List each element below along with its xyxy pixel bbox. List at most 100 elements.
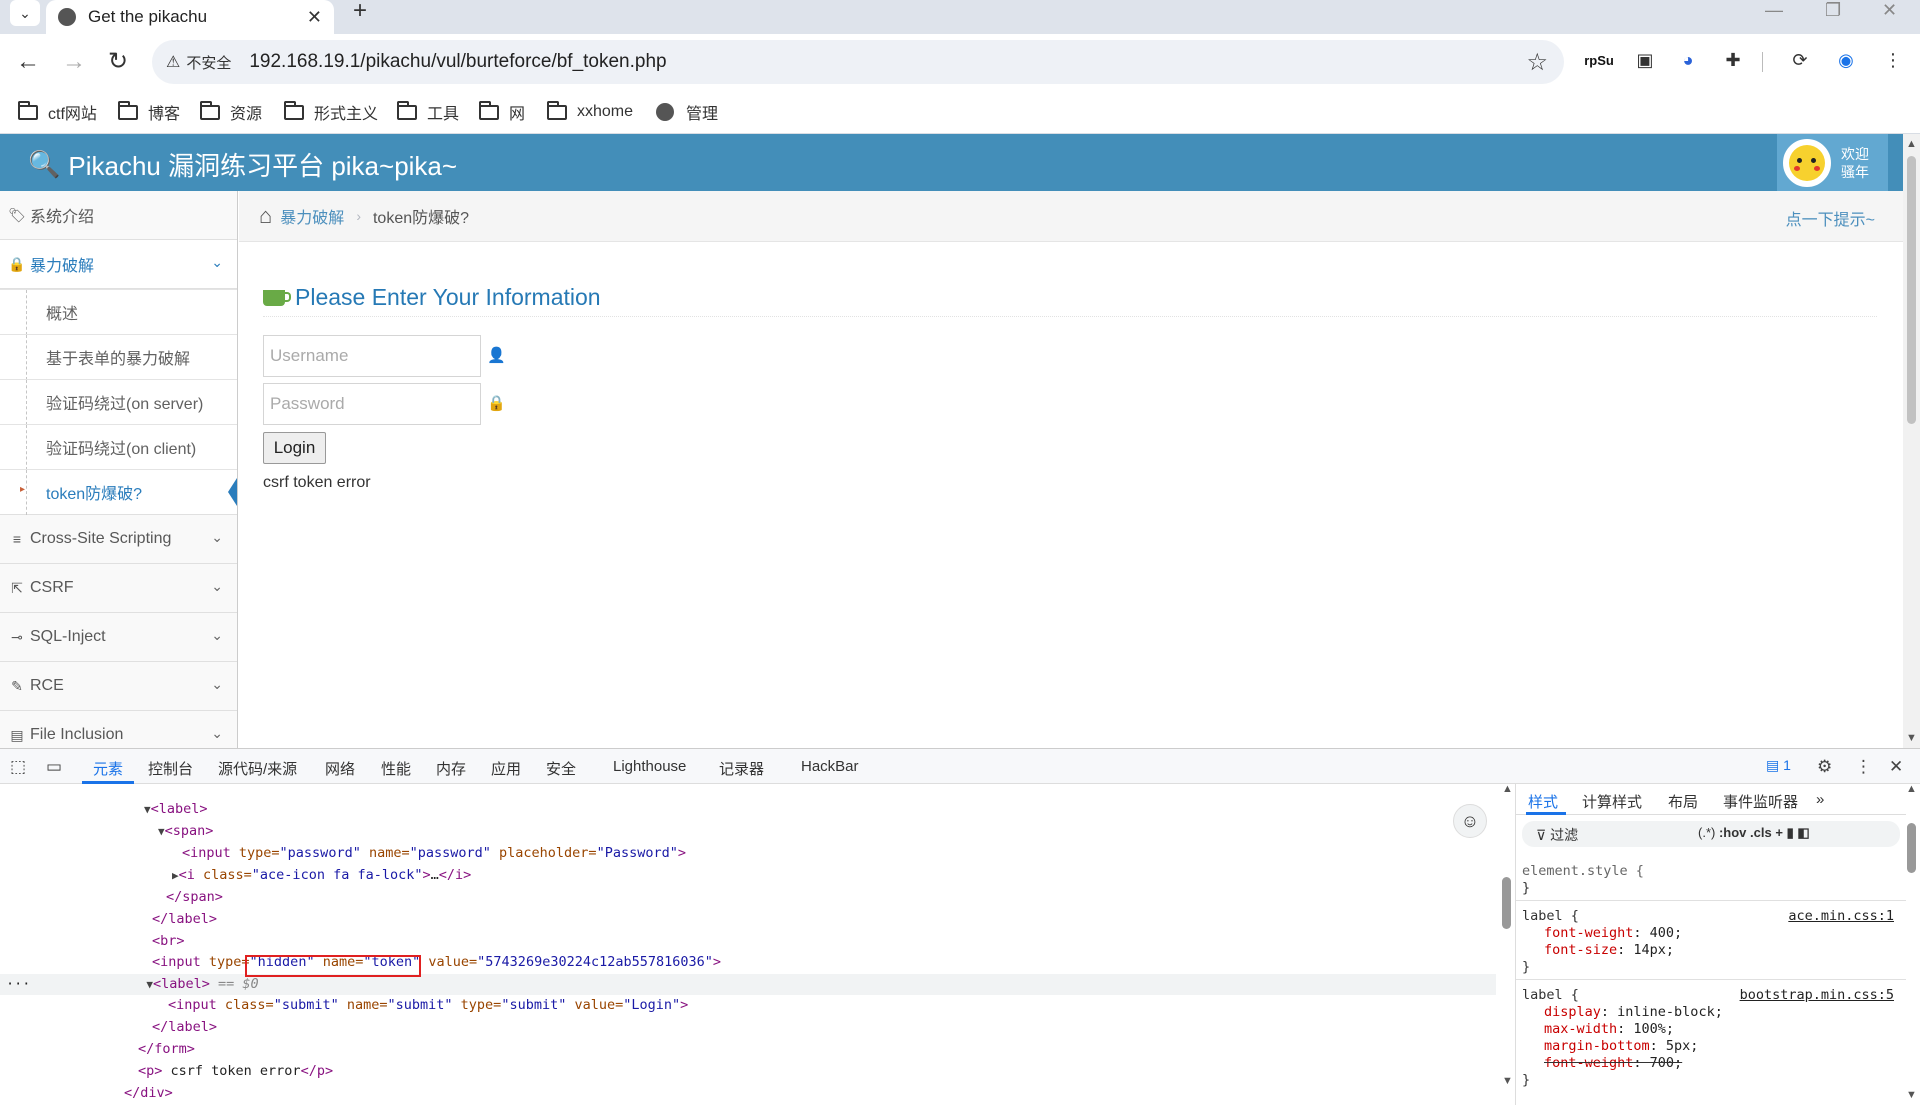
submenu-item[interactable]: 基于表单的暴力破解 [0, 334, 237, 380]
tab-performance[interactable]: 性能 [381, 758, 411, 779]
css-declaration[interactable]: display: inline-block; [1522, 1004, 1906, 1021]
collapse-triangle-icon[interactable]: ▼ [144, 803, 151, 816]
new-tab-button[interactable]: + [353, 0, 367, 23]
tab-security[interactable]: 安全 [546, 758, 576, 779]
dom-node[interactable]: </label> [0, 909, 1496, 930]
profile-icon[interactable]: ◉ [1834, 48, 1858, 72]
dom-node[interactable]: </span> [0, 887, 1496, 908]
extension-bird-icon[interactable]: ◕ [1676, 48, 1700, 72]
node-actions-icon[interactable]: ··· [6, 976, 30, 992]
styles-scrollbar[interactable]: ▲ ▼ [1903, 783, 1920, 1105]
dom-node[interactable]: ▼<span> [0, 821, 1496, 842]
tab-lighthouse[interactable]: Lighthouse [613, 758, 686, 775]
css-source-link[interactable]: bootstrap.min.css:5 [1740, 987, 1894, 1004]
bookmark-folder[interactable]: 工具 [397, 100, 459, 124]
url-text[interactable]: 192.168.19.1/pikachu/vul/burteforce/bf_t… [249, 51, 666, 73]
tab-elements[interactable]: 元素 [93, 758, 123, 779]
password-input[interactable] [263, 383, 481, 425]
bookmark-folder[interactable]: 网 [479, 100, 525, 124]
home-icon[interactable]: ⌂ [259, 203, 272, 229]
more-tabs-icon[interactable]: » [1816, 791, 1824, 808]
bookmark-folder[interactable]: 博客 [118, 100, 180, 124]
forward-arrow-icon[interactable]: → [60, 48, 88, 76]
collapse-triangle-icon[interactable]: ▼ [158, 825, 165, 838]
css-declaration[interactable]: font-weight: 400; [1522, 925, 1906, 942]
css-rule[interactable]: label { ace.min.css:1 [1522, 908, 1906, 925]
scrollbar-thumb[interactable] [1907, 156, 1916, 424]
dom-node-selected[interactable]: ··· ▼<label> == $0 [0, 974, 1496, 995]
reload-icon[interactable]: ↻ [104, 48, 132, 76]
dom-node[interactable]: </label> [0, 1017, 1496, 1038]
tab-application[interactable]: 应用 [491, 758, 521, 779]
tab-console[interactable]: 控制台 [148, 758, 193, 779]
dom-node[interactable]: <br> [0, 931, 1496, 952]
css-rule[interactable]: label { bootstrap.min.css:5 [1522, 987, 1906, 1004]
tab-search-button[interactable]: ⌄ [10, 0, 40, 26]
bookmark-star-icon[interactable]: ☆ [1526, 48, 1548, 77]
scroll-down-icon[interactable]: ▼ [1502, 1075, 1513, 1087]
sidebar-item-xss[interactable]: ≡ Cross-Site Scripting ⌄ [0, 515, 237, 564]
sidebar-item-csrf[interactable]: ⇱ CSRF ⌄ [0, 564, 237, 613]
paint-icon[interactable]: ▮ [1787, 825, 1794, 840]
dom-node[interactable]: <p> csrf token error</p> [0, 1061, 1496, 1082]
extension-rpsu-icon[interactable]: rpSu [1582, 48, 1616, 72]
sidebar-toggle-icon[interactable]: ◧ [1797, 825, 1809, 840]
sidebar-item-bruteforce[interactable]: 🔒 暴力破解 ⌄ [0, 240, 237, 289]
breadcrumb-link[interactable]: 暴力破解 [280, 204, 344, 228]
bookmark-folder[interactable]: 资源 [200, 100, 262, 124]
login-button[interactable]: Login [263, 432, 326, 464]
dom-node[interactable]: ▶<i class="ace-icon fa fa-lock">…</i> [0, 865, 1496, 886]
scroll-up-icon[interactable]: ▲ [1906, 783, 1917, 795]
scroll-up-icon[interactable]: ▲ [1906, 138, 1917, 150]
bookmark-folder[interactable]: 形式主义 [284, 100, 378, 124]
expand-triangle-icon[interactable]: ▶ [172, 869, 179, 882]
tab-computed[interactable]: 计算样式 [1582, 791, 1642, 812]
settings-gear-icon[interactable]: ⚙ [1817, 757, 1832, 777]
scroll-down-icon[interactable]: ▼ [1906, 732, 1917, 744]
dom-scrollbar[interactable]: ▲ ▼ [1499, 783, 1513, 1087]
browser-tab[interactable]: Get the pikachu ✕ [46, 0, 334, 34]
scrollbar-thumb[interactable] [1502, 877, 1511, 929]
dom-node[interactable]: <input type="password" name="password" p… [0, 843, 1496, 864]
scrollbar-thumb[interactable] [1907, 823, 1916, 873]
dom-node[interactable]: </div> [0, 1083, 1496, 1104]
hint-link[interactable]: 点一下提示~ [1786, 206, 1875, 230]
site-brand[interactable]: 🔍 Pikachu 漏洞练习平台 pika~pika~ [28, 146, 457, 183]
sidebar-item-rce[interactable]: ✎ RCE ⌄ [0, 662, 237, 711]
security-label[interactable]: 不安全 [186, 52, 231, 73]
new-rule-icon[interactable]: + [1775, 825, 1783, 840]
restore-icon[interactable]: ❐ [1825, 0, 1841, 20]
back-arrow-icon[interactable]: ← [14, 48, 42, 76]
hov-cls-toggles[interactable]: :hov .cls [1719, 825, 1772, 840]
filter-options[interactable]: (.*) :hov .cls + ▮ ◧ [1698, 825, 1810, 841]
inspect-element-icon[interactable]: ⬚ [10, 757, 26, 777]
submenu-item-active[interactable]: ▸ token防爆破? [0, 469, 237, 515]
submenu-item[interactable]: 概述 [0, 289, 237, 335]
more-menu-icon[interactable]: ⋮ [1881, 48, 1905, 72]
dom-node[interactable]: ▼<label> [0, 799, 1496, 820]
dom-node[interactable]: <input class="submit" name="submit" type… [0, 995, 1496, 1016]
dom-node-hidden-token[interactable]: <input type="hidden" name="token" value=… [0, 952, 1496, 973]
extensions-icon[interactable]: ✚ [1721, 48, 1745, 72]
dom-ellipsis[interactable]: … [431, 867, 439, 883]
tab-network[interactable]: 网络 [325, 758, 355, 779]
regex-toggle-icon[interactable]: (.*) [1698, 825, 1715, 840]
sidebar-item-intro[interactable]: 🏷 系统介绍 [0, 191, 237, 240]
page-scrollbar[interactable]: ▲ ▼ [1903, 134, 1920, 748]
more-options-icon[interactable]: ⋮ [1855, 757, 1872, 777]
user-menu[interactable]: 欢迎 骚年 [1777, 134, 1888, 191]
css-source-link[interactable]: ace.min.css:1 [1788, 908, 1894, 925]
submenu-item[interactable]: 验证码绕过(on server) [0, 379, 237, 425]
extension-puzzle-dark-icon[interactable]: ▣ [1633, 48, 1657, 72]
css-declaration-overridden[interactable]: font-weight: 700; [1522, 1055, 1906, 1072]
close-window-icon[interactable]: ✕ [1882, 0, 1897, 20]
username-input[interactable] [263, 335, 481, 377]
tab-memory[interactable]: 内存 [436, 758, 466, 779]
tab-event-listeners[interactable]: 事件监听器 [1723, 791, 1798, 812]
scroll-up-icon[interactable]: ▲ [1502, 783, 1513, 795]
device-toolbar-icon[interactable]: ▭ [46, 757, 62, 777]
issues-badge[interactable]: ▤ 1 [1766, 757, 1791, 774]
dom-node[interactable]: </form> [0, 1039, 1496, 1060]
tab-hackbar[interactable]: HackBar [801, 758, 859, 775]
tab-sources[interactable]: 源代码/来源 [218, 758, 297, 779]
